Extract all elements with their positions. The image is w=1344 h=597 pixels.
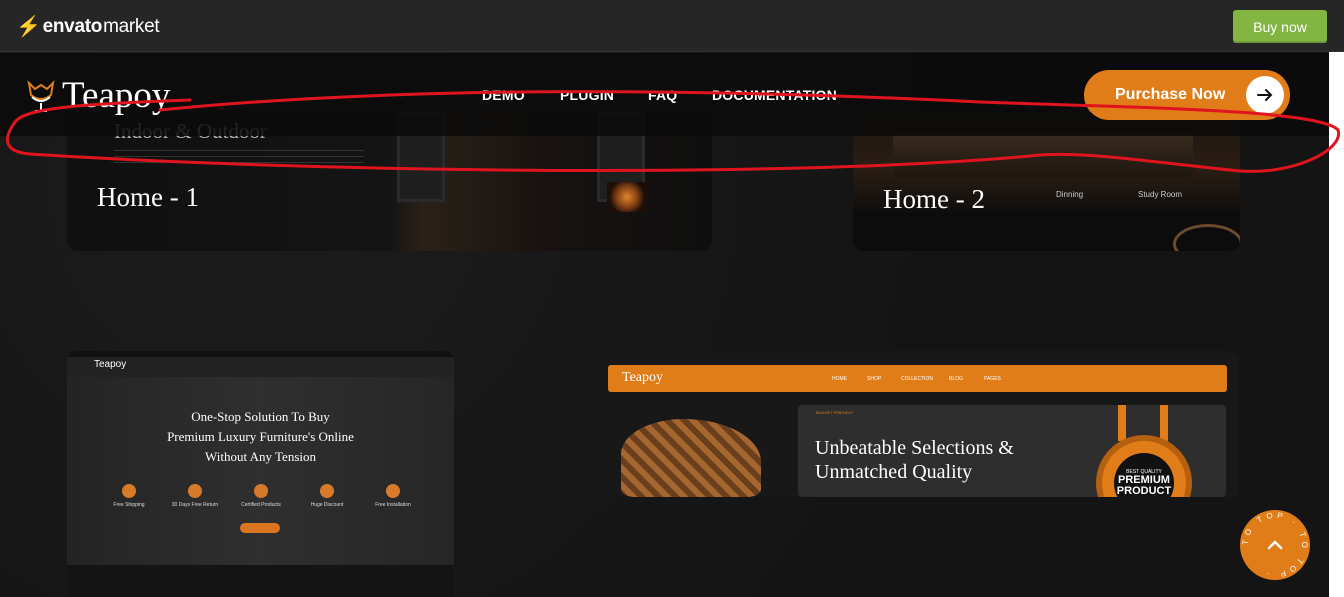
wooden-chair-image	[621, 419, 761, 497]
badge-main-text: PREMIUM PRODUCT	[1116, 474, 1172, 497]
envato-topbar: ⚡ envato market Buy now	[0, 0, 1344, 52]
feature-label: 30 Days Free Return	[171, 502, 219, 508]
to-top-button[interactable]: TO TOP · TO TOP ·	[1240, 510, 1310, 580]
certified-icon	[254, 484, 268, 498]
feature-label: Free Installation	[375, 502, 411, 508]
headline-line-1: Unbeatable Selections &	[815, 437, 1014, 459]
nav-plugin[interactable]: PLUGIN	[560, 87, 614, 103]
preview-hero: One-Stop Solution To Buy Premium Luxury …	[67, 377, 454, 565]
badge-inner: BEST QUALITY PREMIUM PRODUCT	[1114, 453, 1174, 497]
buy-now-button[interactable]: Buy now	[1233, 10, 1327, 43]
purchase-now-button[interactable]: Purchase Now	[1084, 70, 1290, 120]
home-1-paragraph	[114, 150, 364, 164]
installation-icon	[386, 484, 400, 498]
envato-market-logo[interactable]: ⚡ envato market	[16, 14, 160, 39]
feature-item: Free Shipping	[99, 484, 159, 508]
demo-card-home-4[interactable]: Teapoy HOME SHOP COLLECTION BLOG PAGES B…	[596, 351, 1239, 497]
nav-documentation[interactable]: DOCUMENTATION	[712, 87, 837, 103]
discount-icon	[320, 484, 334, 498]
budget-tag: BUDGET FRIENDLY	[816, 410, 854, 415]
home-2-label: Home - 2	[883, 184, 985, 214]
demo-card-home-3[interactable]: Teapoy One-Stop Solution To Buy Premium …	[67, 351, 454, 597]
return-icon	[188, 484, 202, 498]
fireplace-decor	[607, 182, 647, 212]
chevron-up-icon	[1267, 540, 1283, 550]
preview-menu-home: HOME	[832, 376, 847, 382]
feature-label: Free Shipping	[113, 502, 145, 508]
feature-label: Huge Discount	[310, 502, 344, 508]
preview-menu-shop: SHOP	[867, 376, 882, 382]
envato-leaf-icon: ⚡	[16, 16, 41, 38]
chair-decor	[1173, 224, 1240, 251]
preview-menu-pages: PAGES	[984, 376, 1001, 382]
feature-item: Certified Products	[231, 484, 291, 508]
hero-line-2: Premium Luxury Furniture's Online	[167, 429, 354, 444]
feature-item: 30 Days Free Return	[165, 484, 225, 508]
logo-text: Teapoy	[62, 75, 171, 116]
arrow-right-icon	[1246, 76, 1284, 114]
explore-button	[240, 523, 280, 533]
purchase-label: Purchase Now	[1115, 86, 1226, 103]
nav-faq[interactable]: FAQ	[648, 87, 677, 103]
preview-headline: Unbeatable Selections & Unmatched Qualit…	[815, 436, 1014, 484]
preview-logo: Teapoy	[94, 359, 127, 370]
scrollbar-track[interactable]	[1329, 52, 1344, 597]
sofa-image	[893, 132, 1193, 177]
home-1-label: Home - 1	[97, 182, 199, 212]
feature-label: Certified Products	[241, 502, 281, 508]
shipping-icon	[122, 484, 136, 498]
envato-market-suffix: market	[103, 15, 160, 37]
hero-line-1: One-Stop Solution To Buy	[191, 409, 330, 424]
preview-menu-collection: COLLECTION	[901, 376, 933, 382]
preview-menu-blog: BLOG	[949, 376, 963, 382]
nav-demo[interactable]: DEMO	[482, 87, 525, 103]
teapoy-logo[interactable]: Teapoy	[26, 74, 170, 117]
hero-line-3: Without Any Tension	[205, 449, 316, 464]
fox-chair-logo-icon	[27, 79, 55, 112]
preview-footer	[67, 565, 454, 597]
feature-item: Free Installation	[363, 484, 423, 508]
room-label-dinning: Dinning	[1056, 190, 1084, 199]
headline-line-2: Unmatched Quality	[815, 461, 973, 483]
envato-brand: envato	[42, 15, 103, 37]
preview-logo: Teapoy	[622, 370, 664, 385]
feature-item: Huge Discount	[297, 484, 357, 508]
room-label-study: Study Room	[1138, 190, 1183, 199]
